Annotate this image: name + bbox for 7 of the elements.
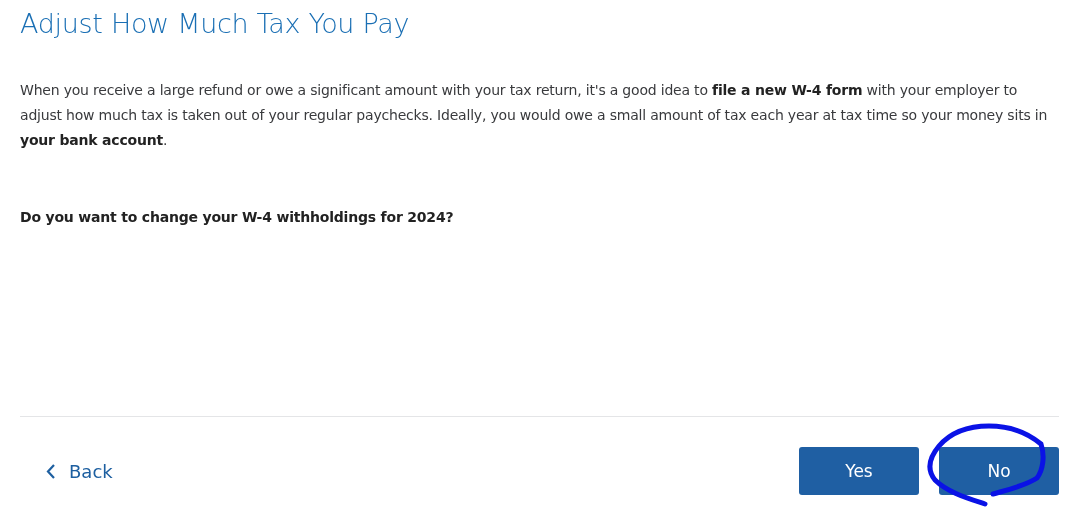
question-text: Do you want to change your W-4 withholdings for 2024? [20,209,455,225]
answer-button[interactable]: No [939,447,1059,495]
page-title: Adjust How Much Tax You Pay [20,7,411,41]
intro-paragraph: When you receive a large refund or owe a significant amount with your tax return, it's a good idea to file a new W-4 form with your employer to adjust how much tax is taken out of your regular paychecks. Ideally, you would owe a small amount of tax each year at tax time so your money sits in your bank account. [20,81,1049,150]
back-link[interactable]: Back [46,460,113,482]
answer-button[interactable]: Yes [799,447,919,495]
chevron-left-icon [46,463,55,479]
